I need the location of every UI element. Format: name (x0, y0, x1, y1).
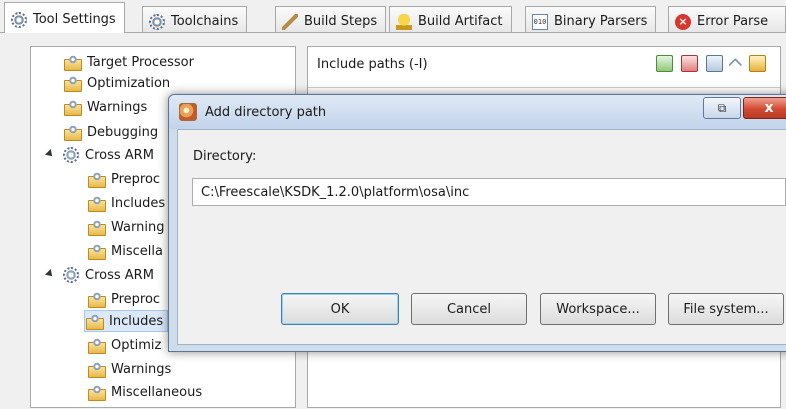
tree-item-debugging[interactable]: Debugging (63, 122, 158, 142)
tree-item-preprocessor[interactable]: Preproc (87, 169, 160, 189)
tree-item-label: Optimization (87, 75, 171, 91)
tree-item-label: Warnings (87, 99, 148, 115)
include-paths-toolbar (656, 55, 766, 73)
dialog-body: Directory: OK Cancel Workspace... File s… (177, 129, 786, 345)
edit-icon[interactable] (706, 55, 723, 72)
settings-folder-icon (87, 195, 106, 212)
tree-item-warnings-2[interactable]: Warnings (87, 359, 171, 379)
settings-folder-icon (87, 219, 106, 236)
settings-folder-icon (63, 54, 82, 71)
tree-item-optimization-2[interactable]: Optimiz (87, 335, 161, 355)
settings-folder-icon (87, 361, 106, 378)
tree-item-label: Warning (111, 219, 165, 235)
settings-folder-icon (87, 384, 106, 401)
settings-folder-icon (63, 99, 82, 116)
tab-label: Error Parse (697, 14, 769, 29)
tab-error-parsers[interactable]: × Error Parse (668, 6, 786, 33)
settings-folder-icon (63, 75, 82, 92)
settings-folder-icon (87, 243, 106, 260)
tree-item-label: Optimiz (111, 337, 162, 353)
tab-binary-parsers[interactable]: 010 Binary Parsers (525, 6, 657, 33)
gear-icon (149, 13, 165, 30)
add-directory-dialog: Add directory path ⧉ x Directory: OK Can… (168, 94, 786, 352)
dialog-title: Add directory path (205, 104, 327, 120)
gear-icon (11, 11, 27, 28)
tree-item-label: Miscellaneous (111, 384, 203, 400)
add-icon[interactable] (656, 55, 673, 72)
move-up-icon[interactable] (728, 57, 743, 73)
tab-label: Binary Parsers (554, 14, 648, 29)
tab-label: Tool Settings (33, 12, 116, 27)
settings-folder-icon (85, 313, 104, 330)
tree-item-label: Includes (109, 313, 164, 329)
tab-label: Toolchains (171, 14, 239, 29)
tree-item-label: Cross ARM (85, 147, 154, 163)
include-paths-title: Include paths (-I) (317, 56, 428, 72)
restore-button[interactable]: ⧉ (703, 97, 741, 119)
app-icon (179, 103, 197, 121)
tab-label: Build Steps (304, 14, 378, 29)
directory-label: Directory: (193, 149, 257, 164)
tree-item-miscellaneous-2[interactable]: Miscellaneous (87, 382, 202, 402)
tree-item-cross-arm-assembler[interactable]: Cross ARM (63, 145, 154, 165)
tree-item-includes-selected[interactable]: Includes (83, 310, 169, 332)
collapse-arrow-icon[interactable] (45, 269, 55, 279)
tree-item-miscellaneous[interactable]: Miscella (87, 241, 163, 261)
tree-item-label: Warnings (111, 361, 172, 377)
settings-folder-icon (87, 291, 106, 308)
binary-icon: 010 (532, 13, 548, 30)
settings-folder-icon (87, 171, 106, 188)
brush-icon (282, 13, 298, 30)
gear-icon (63, 267, 79, 283)
tree-item-includes[interactable]: Includes (87, 193, 165, 213)
tree-item-optimization[interactable]: Optimization (63, 73, 170, 93)
tab-bar: Tool Settings Toolchains Build Steps Bui… (0, 0, 786, 33)
directory-input[interactable] (192, 178, 786, 206)
tree-item-cross-arm-compiler[interactable]: Cross ARM (63, 265, 154, 285)
settings-folder-icon (87, 337, 106, 354)
tree-item-preprocessor-2[interactable]: Preproc (87, 289, 160, 309)
tree-item-label: Includes (111, 195, 166, 211)
tree-item-label: Target Processor (87, 54, 194, 70)
dialog-title-bar[interactable]: Add directory path (169, 95, 786, 129)
collapse-arrow-icon[interactable] (45, 149, 55, 159)
tab-label: Build Artifact (418, 14, 503, 29)
cancel-button[interactable]: Cancel (411, 293, 527, 325)
workspace-button[interactable]: Workspace... (540, 293, 656, 325)
tree-item-target-processor[interactable]: Target Processor (63, 52, 194, 72)
tree-item-label: Miscella (111, 243, 163, 259)
ok-button[interactable]: OK (281, 293, 399, 325)
tree-item-warnings-sub[interactable]: Warning (87, 217, 164, 237)
tree-item-label: Debugging (87, 124, 159, 140)
settings-folder-icon (63, 124, 82, 141)
tree-item-label: Cross ARM (85, 267, 154, 283)
tab-toolchains[interactable]: Toolchains (142, 6, 248, 33)
gear-icon (63, 147, 79, 163)
move-down-icon[interactable] (749, 55, 766, 72)
restore-icon: ⧉ (717, 100, 727, 115)
tab-build-artifact[interactable]: Build Artifact (389, 6, 512, 33)
tree-item-label: Preproc (111, 171, 161, 187)
close-button[interactable]: x (743, 97, 786, 119)
delete-icon[interactable] (681, 55, 698, 72)
error-icon: × (675, 13, 691, 30)
trophy-icon (396, 13, 412, 30)
tree-item-label: Preproc (111, 291, 161, 307)
tree-item-warnings[interactable]: Warnings (63, 97, 147, 117)
close-icon: x (764, 100, 774, 116)
file-system-button[interactable]: File system... (668, 293, 784, 325)
tab-tool-settings[interactable]: Tool Settings (4, 2, 125, 33)
tab-build-steps[interactable]: Build Steps (275, 6, 387, 33)
